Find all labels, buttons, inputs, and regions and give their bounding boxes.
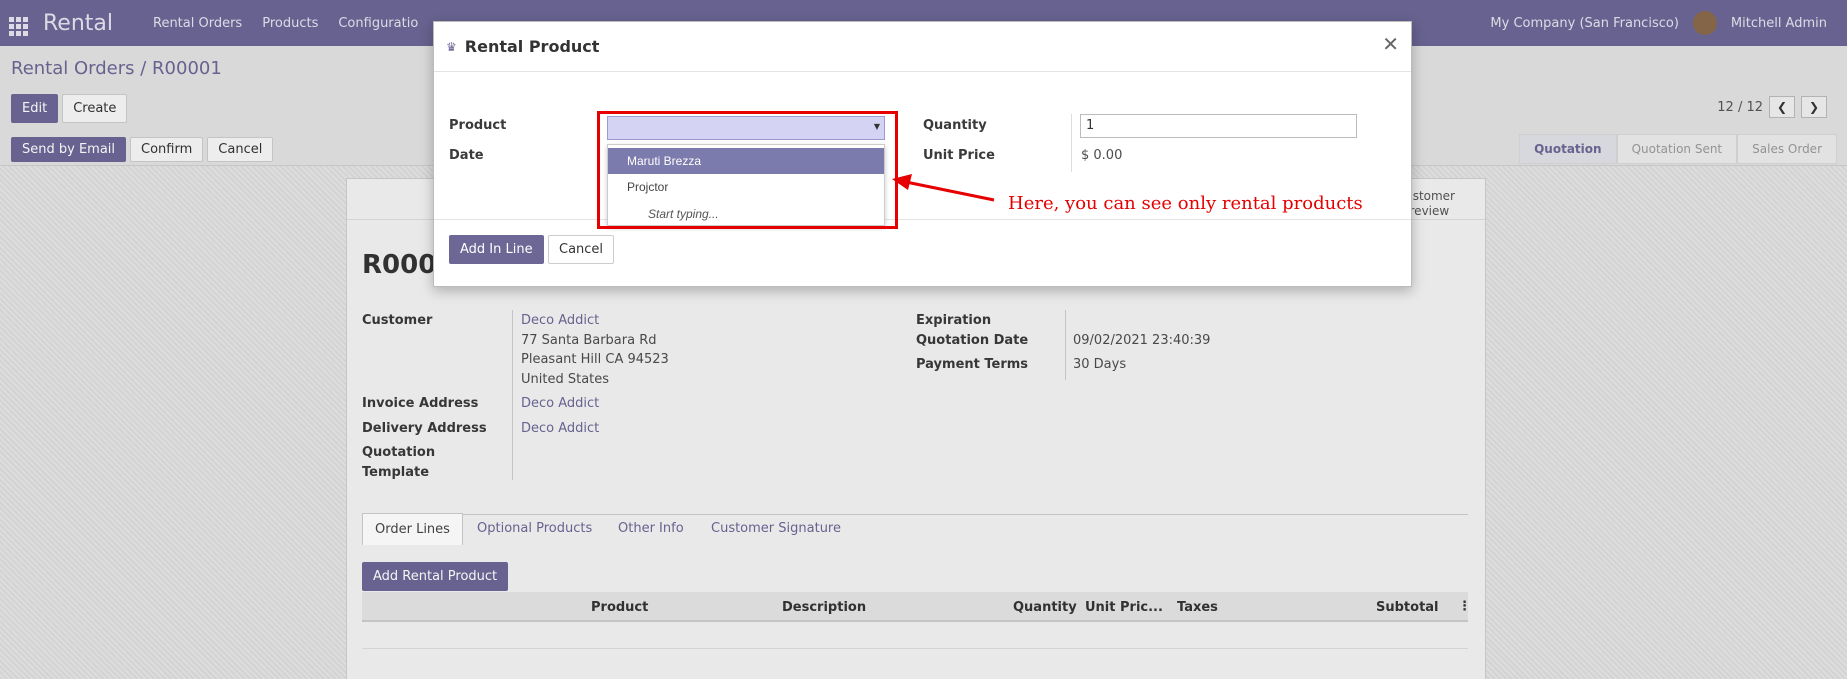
dialog-footer: Add In Line Cancel	[434, 219, 1411, 287]
rental-icon: ♛	[446, 39, 457, 54]
product-label: Product	[449, 118, 507, 133]
rental-product-dialog: ♛ Rental Product ✕ Product Date Quantity…	[433, 21, 1412, 287]
dialog-title: Rental Product	[464, 37, 600, 56]
unit-price-value: $ 0.00	[1081, 148, 1123, 163]
unit-price-label: Unit Price	[923, 148, 995, 163]
highlight-box	[597, 111, 898, 229]
quantity-input[interactable]: 1	[1080, 114, 1357, 138]
dialog-cancel-button[interactable]: Cancel	[548, 235, 615, 264]
close-icon[interactable]: ✕	[1382, 32, 1399, 56]
annotation-text: Here, you can see only rental products	[1008, 193, 1363, 214]
add-in-line-button[interactable]: Add In Line	[449, 235, 544, 264]
date-label: Date	[449, 148, 484, 163]
annotation-arrow-icon	[892, 174, 995, 202]
quantity-label: Quantity	[923, 118, 987, 133]
